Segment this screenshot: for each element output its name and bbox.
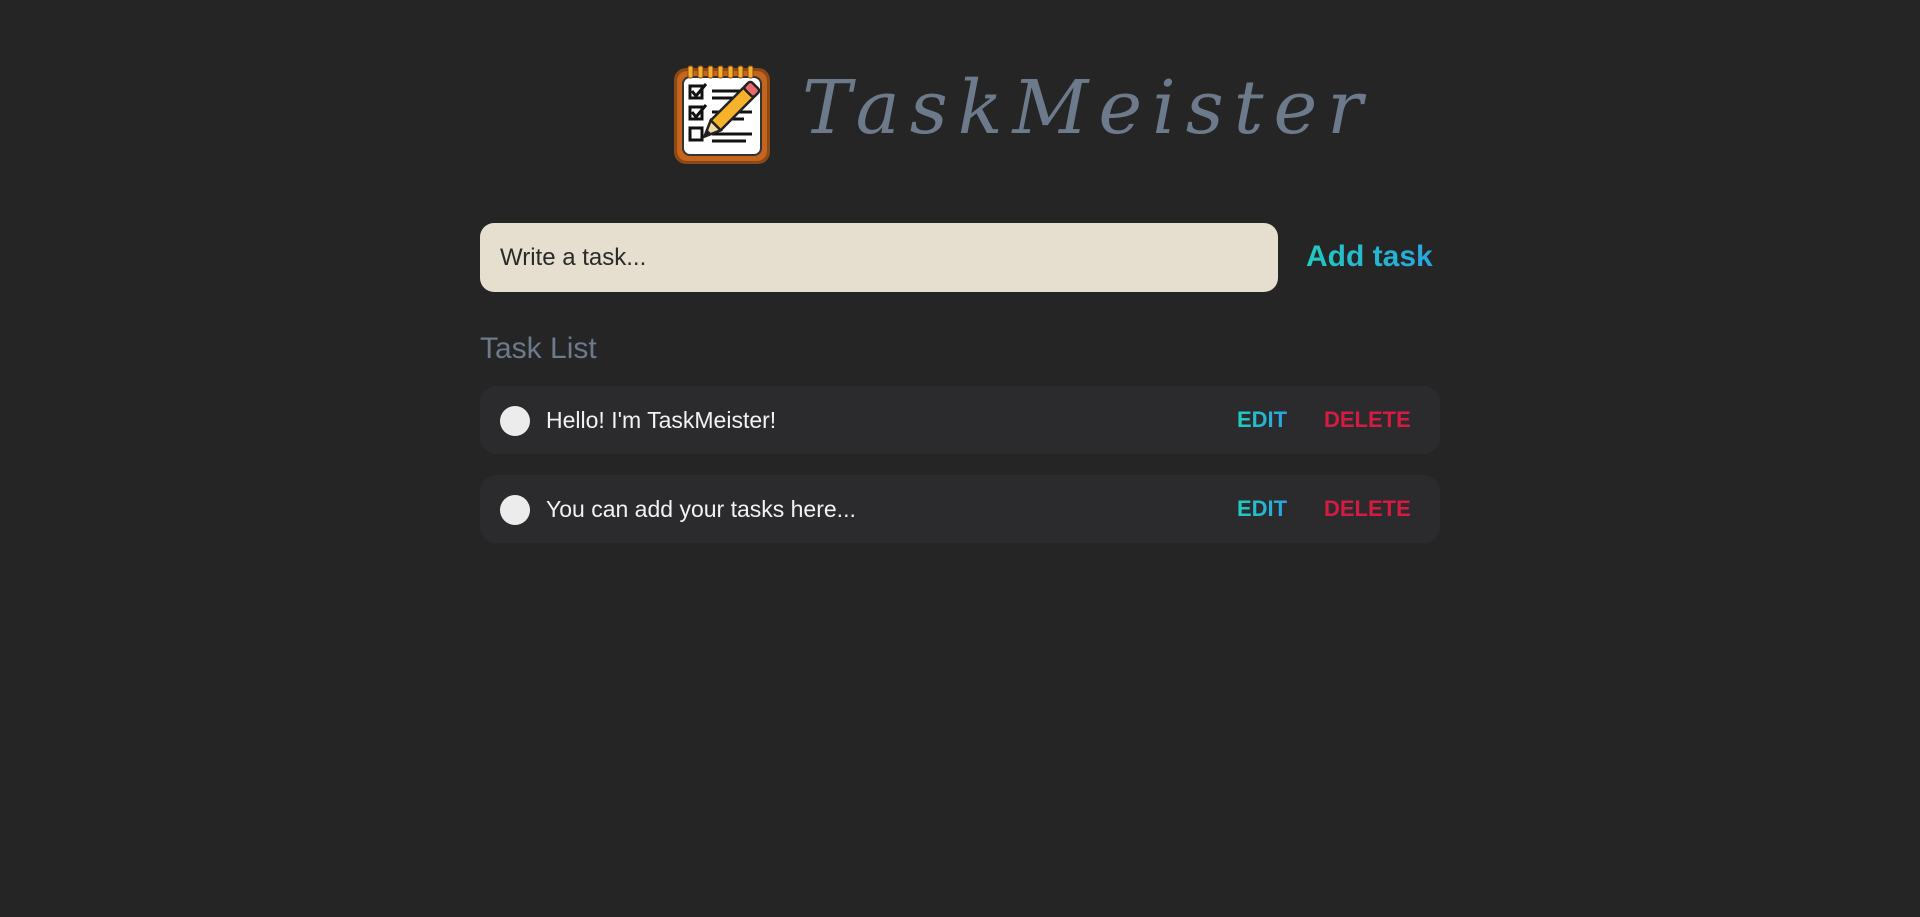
task-input[interactable] xyxy=(480,223,1278,292)
task-list: Hello! I'm TaskMeister! EDIT DELETE You … xyxy=(480,386,1440,564)
edit-task-button[interactable]: EDIT xyxy=(1237,386,1287,454)
edit-task-button[interactable]: EDIT xyxy=(1237,475,1287,543)
notepad-checklist-pencil-icon xyxy=(674,65,770,164)
task-text: Hello! I'm TaskMeister! xyxy=(546,407,777,433)
task-complete-toggle[interactable] xyxy=(500,495,530,525)
delete-task-button[interactable]: DELETE xyxy=(1324,475,1411,543)
app-header: TaskMeister xyxy=(0,0,1920,170)
app-title: TaskMeister xyxy=(802,65,1373,151)
task-list-heading: Task List xyxy=(480,332,597,365)
task-complete-toggle[interactable] xyxy=(500,406,530,436)
delete-task-button[interactable]: DELETE xyxy=(1324,386,1411,454)
task-item: You can add your tasks here... EDIT DELE… xyxy=(480,475,1440,543)
add-task-button[interactable]: Add task xyxy=(1300,232,1439,282)
task-text: You can add your tasks here... xyxy=(546,496,856,522)
task-item: Hello! I'm TaskMeister! EDIT DELETE xyxy=(480,386,1440,454)
